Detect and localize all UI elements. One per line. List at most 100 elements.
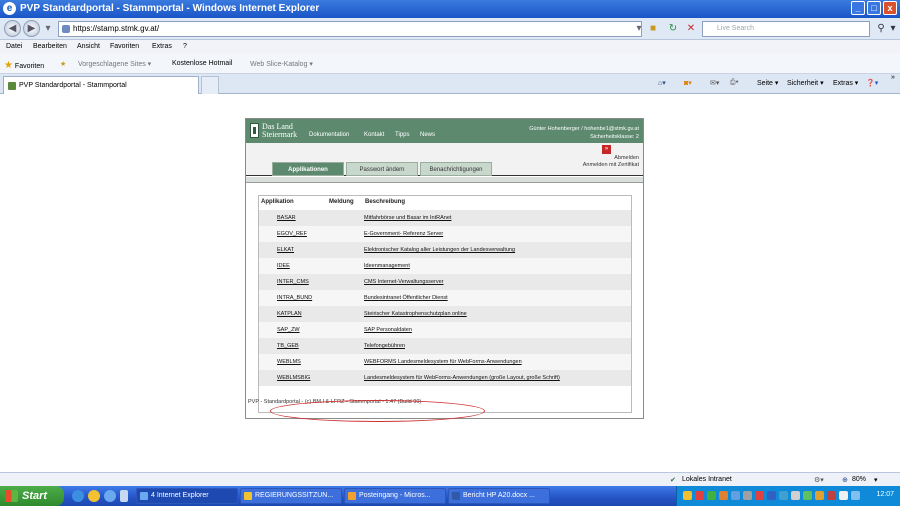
nav-news[interactable]: News [420,132,435,138]
app-link[interactable]: INTRA_BUND [277,295,312,301]
outlook-icon [348,492,356,500]
tray-volume-icon[interactable] [815,491,824,500]
menu-ansicht[interactable]: Ansicht [77,43,100,50]
tab-passwort-aendern[interactable]: Passwort ändern [346,162,418,176]
tray-alert-icon[interactable] [755,491,764,500]
web-slice-link[interactable]: Web Slice-Katalog ▾ [250,60,313,68]
forward-button[interactable]: ▶ [23,20,40,37]
tab-benachrichtigungen[interactable]: Benachrichtigungen [420,162,492,176]
table-row: INTRA_BUND Bundesintranet Öffentlicher D… [259,290,631,306]
start-button[interactable]: Start [0,486,64,506]
menu-datei[interactable]: Datei [6,43,22,50]
minimize-button[interactable]: _ [851,1,865,15]
taskbar-button-label: REGIERUNGSSITZUN... [255,492,334,499]
home-icon[interactable]: ⌂▾ [658,79,666,87]
feeds-icon[interactable]: ◙▾ [684,79,692,87]
nav-tipps[interactable]: Tipps [395,132,409,138]
taskbar-button-word[interactable]: Bericht HP A20.docx ... [448,488,550,504]
tray-antivirus-icon[interactable] [827,491,836,500]
tray-device-icon[interactable] [743,491,752,500]
app-link[interactable]: BASAR [277,215,296,221]
quicklaunch-more-icon[interactable] [120,490,128,502]
search-options-icon[interactable]: ▾ [886,22,900,36]
quicklaunch-ie2-icon[interactable] [104,490,116,502]
app-description-link[interactable]: SAP Personaldaten [364,327,412,333]
app-description-link[interactable]: WEBFORMS Landesmeldesystem für WebForms-… [364,359,522,365]
add-favorite-icon[interactable]: ★ [60,60,66,68]
app-description-link[interactable]: Mitfahrbörse und Basar im IntRAnet [364,215,451,221]
tray-update-icon[interactable] [719,491,728,500]
command-seite[interactable]: Seite ▾ [757,79,778,87]
print-icon[interactable]: ⎙▾ [730,79,739,87]
taskbar-button-regierung[interactable]: REGIERUNGSSITZUN... [240,488,342,504]
quicklaunch-ie-icon[interactable] [72,490,84,502]
app-description-link[interactable]: CMS Internet-Verwaltungsserver [364,279,443,285]
app-link[interactable]: EGOV_REF [277,231,307,237]
tray-security-icon[interactable] [695,491,704,500]
close-button[interactable]: x [883,1,897,15]
tray-app-icon[interactable] [683,491,692,500]
tray-sync-icon[interactable] [779,491,788,500]
quicklaunch-chrome-icon[interactable] [88,490,100,502]
app-link[interactable]: IDEE [277,263,290,269]
menu-help[interactable]: ? [183,43,187,50]
menu-favoriten[interactable]: Favoriten [110,43,139,50]
app-link[interactable]: INTER_CMS [277,279,309,285]
logout-link[interactable]: Abmelden [614,155,639,162]
portal-divider [246,177,643,183]
taskbar-button-outlook[interactable]: Posteingang - Micros... [344,488,446,504]
taskbar-button-ie[interactable]: 4 Internet Explorer [136,488,238,504]
menu-bearbeiten[interactable]: Bearbeiten [33,43,67,50]
command-sicherheit[interactable]: Sicherheit ▾ [787,79,824,87]
zoom-icon[interactable]: ⊕ [842,476,848,484]
logout-icon[interactable]: » [602,145,611,154]
app-description-link[interactable]: E-Government- Referenz Server [364,231,443,237]
hotmail-link[interactable]: Kostenlose Hotmail [172,60,232,67]
url-dropdown-icon[interactable]: ▾ [632,22,646,36]
protected-mode-icon[interactable]: ⚙▾ [814,476,824,484]
tray-driver-icon[interactable] [767,491,776,500]
stop-icon[interactable]: ✕ [684,22,698,36]
mail-icon[interactable]: ✉▾ [710,79,719,87]
app-description-link[interactable]: Steirischer Katastrophenschutzplan onlin… [364,311,467,317]
zoom-level[interactable]: 80% [852,476,866,483]
suggested-sites-link[interactable]: Vorgeschlagene Sites ▾ [78,60,151,68]
tray-display-icon[interactable] [791,491,800,500]
nav-kontakt[interactable]: Kontakt [364,132,384,138]
app-description-link[interactable]: Telefongebühren [364,343,405,349]
app-link[interactable]: SAP_ZW [277,327,300,333]
tray-network-icon[interactable] [707,491,716,500]
app-link[interactable]: WEBLMS [277,359,301,365]
url-field[interactable]: https://stamp.stmk.gv.at/ [58,21,642,37]
tray-bluetooth-icon[interactable] [731,491,740,500]
app-description-link[interactable]: Elektronischer Katalog aller Leistungen … [364,247,515,253]
refresh-icon[interactable]: ↻ [666,22,680,36]
steiermark-logo[interactable]: Das Land Steiermark [250,122,302,141]
nav-dokumentation[interactable]: Dokumentation [309,132,349,138]
history-dropdown-icon[interactable]: ▾ [41,22,55,36]
security-lock-icon[interactable]: ■ [646,22,660,36]
app-link[interactable]: TB_GEB [277,343,299,349]
tab-applikationen[interactable]: Applikationen [272,162,344,176]
tray-language-icon[interactable] [839,491,848,500]
app-link[interactable]: ELKAT [277,247,294,253]
zoom-dropdown-icon[interactable]: ▾ [874,476,878,484]
help-icon[interactable]: ❓▾ [866,79,878,87]
menu-extras[interactable]: Extras [152,43,172,50]
back-button[interactable]: ◀ [4,20,21,37]
tray-messenger-icon[interactable] [851,491,860,500]
favorites-button[interactable]: ★ Favoriten [4,60,44,71]
tab-stammportal[interactable]: PVP Standardportal - Stammportal [3,76,199,94]
app-description-link[interactable]: Ideenmanagement [364,263,410,269]
login-certificate-link[interactable]: Anmelden mit Zertifikat [583,162,639,169]
command-extras[interactable]: Extras ▾ [833,79,858,87]
app-description-link[interactable]: Bundesintranet Öffentlicher Dienst [364,295,448,301]
app-description-link[interactable]: Landesmeldesystem für WebForms-Anwendung… [364,375,560,381]
app-link[interactable]: WEBLMSBIG [277,375,310,381]
chevron-more-icon[interactable]: » [891,74,895,81]
new-tab-button[interactable] [201,76,219,94]
maximize-button[interactable]: □ [867,1,881,15]
search-input[interactable]: Live Search [702,21,870,37]
app-link[interactable]: KATPLAN [277,311,302,317]
tray-power-icon[interactable] [803,491,812,500]
